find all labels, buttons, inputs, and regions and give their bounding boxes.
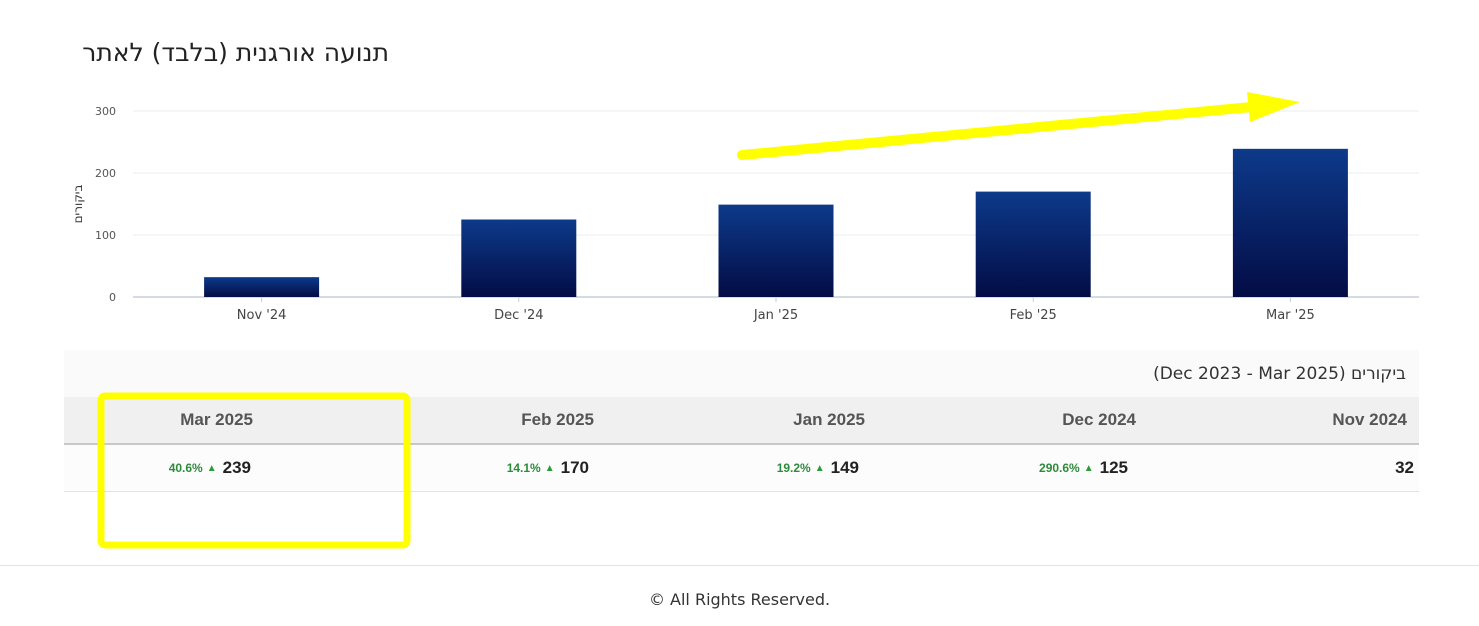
bar[interactable] — [461, 219, 577, 298]
triangle-up-icon: ▲ — [544, 462, 555, 474]
y-tick-label: 200 — [95, 167, 116, 180]
cell-mar-2025: 40.6% ▲ 239 — [64, 445, 335, 491]
cell-nov-2024: 32 — [1148, 445, 1419, 491]
x-tick-label: Nov '24 — [237, 308, 287, 323]
footer-copyright: © All Rights Reserved. — [648, 590, 831, 609]
triangle-up-icon: ▲ — [814, 462, 825, 474]
bar[interactable] — [204, 277, 320, 297]
cell-dec-2024: 290.6% ▲ 125 — [877, 445, 1148, 491]
y-tick-label: 100 — [95, 229, 116, 242]
value: 239 — [222, 458, 251, 477]
x-tick-label: Mar '25 — [1266, 308, 1315, 323]
cell-jan-2025: 19.2% ▲ 149 — [606, 445, 877, 491]
table-row: 32 290.6% ▲ 125 19.2% ▲ 149 14.1% ▲ 170 … — [64, 445, 1419, 492]
change-percent: 19.2% — [776, 461, 811, 475]
change-percent: 290.6% — [1039, 461, 1080, 475]
col-header-jan-2025: Jan 2025 — [793, 410, 865, 429]
cell-feb-2025: 14.1% ▲ 170 — [335, 445, 606, 491]
value: 170 — [560, 458, 589, 477]
triangle-up-icon: ▲ — [1083, 462, 1094, 474]
value: 125 — [1099, 458, 1128, 477]
bar[interactable] — [975, 191, 1091, 297]
table-header-row: Nov 2024 Dec 2024 Jan 2025 Feb 2025 Mar … — [64, 397, 1419, 445]
col-header-dec-2024: Dec 2024 — [1062, 410, 1136, 429]
table-caption: ביקורים (Dec 2023 - Mar 2025) — [1153, 364, 1406, 384]
bar-chart: 0 100 200 300 ביקורים Nov '24 Dec '24 Jan '25 Fe… — [71, 105, 1419, 323]
bar[interactable] — [718, 204, 834, 297]
x-tick-label: Feb '25 — [1010, 308, 1057, 323]
x-tick-label: Dec '24 — [494, 308, 543, 323]
footer-divider — [0, 565, 1479, 566]
col-header-mar-2025: Mar 2025 — [180, 410, 253, 429]
x-tick-label: Jan '25 — [753, 308, 798, 323]
change-percent: 14.1% — [506, 461, 541, 475]
col-header-feb-2025: Feb 2025 — [521, 410, 594, 429]
y-tick-label: 300 — [95, 105, 116, 118]
y-tick-label: 0 — [109, 291, 116, 304]
triangle-up-icon: ▲ — [206, 462, 217, 474]
change-percent: 40.6% — [168, 461, 203, 475]
bar[interactable] — [1232, 148, 1348, 297]
visits-table: ביקורים (Dec 2023 - Mar 2025) Nov 2024 D… — [64, 350, 1419, 492]
value: 149 — [830, 458, 859, 477]
col-header-nov-2024: Nov 2024 — [1332, 410, 1407, 429]
value: 32 — [1395, 458, 1414, 477]
y-axis-title: ביקורים — [71, 185, 85, 224]
